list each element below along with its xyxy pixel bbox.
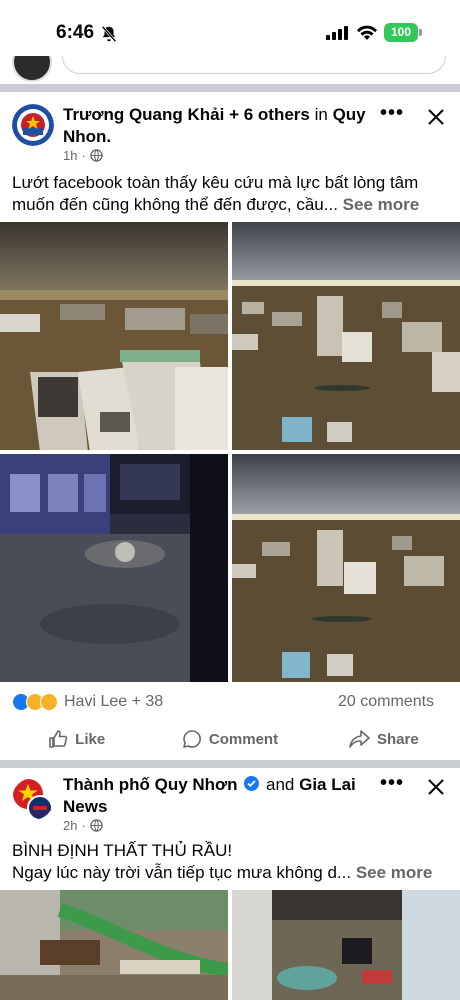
post-headline: BÌNH ĐỊNH THẤT THỦ RẦU! xyxy=(12,841,233,860)
comments-count[interactable]: 20 comments xyxy=(338,693,434,711)
reaction-icons xyxy=(12,693,58,711)
verified-icon xyxy=(244,776,260,791)
comment-icon xyxy=(183,730,201,748)
post-author[interactable]: Thành phố Quy Nhơn and Gia Lai News xyxy=(63,774,373,818)
wifi-icon xyxy=(357,25,377,40)
post-photo[interactable] xyxy=(0,222,228,450)
post-body: Ngay lúc này trời vẫn tiếp tục mưa không… xyxy=(12,863,352,882)
battery-icon: 100 xyxy=(384,23,418,42)
care-reaction-icon xyxy=(40,693,58,711)
post-photo[interactable] xyxy=(232,890,460,1000)
post-text: Lướt facebook toàn thấy kêu cứu mà lực b… xyxy=(12,172,452,216)
like-icon xyxy=(49,730,68,748)
feed-divider xyxy=(0,760,460,768)
author-connector: and xyxy=(265,775,295,794)
signal-icon xyxy=(326,26,348,40)
post-text: BÌNH ĐỊNH THẤT THỦ RẦU! Ngay lúc này trờ… xyxy=(12,840,452,884)
author-name[interactable]: Trương Quang Khải + 6 others xyxy=(63,105,310,124)
battery-tip xyxy=(419,29,422,36)
see-more-link[interactable]: See more xyxy=(343,195,420,214)
meta-separator: · xyxy=(81,148,86,163)
bell-slash-icon xyxy=(101,25,117,43)
share-icon xyxy=(349,730,370,748)
whats-on-your-mind-input[interactable] xyxy=(62,56,446,74)
post-card: Trương Quang Khải + 6 others in Quy Nhon… xyxy=(0,92,460,760)
post-photo[interactable] xyxy=(232,454,460,682)
meta-separator: · xyxy=(81,818,86,833)
author-connector: in xyxy=(314,105,328,124)
comment-button[interactable]: Comment xyxy=(153,724,306,754)
page-avatar[interactable] xyxy=(12,778,54,820)
comment-label: Comment xyxy=(208,730,279,748)
profile-avatar[interactable] xyxy=(12,56,52,82)
close-icon[interactable] xyxy=(425,106,447,128)
post-photo[interactable] xyxy=(0,454,228,682)
post-meta: 2h · xyxy=(63,818,103,833)
post-author[interactable]: Trương Quang Khải + 6 others in Quy Nhon… xyxy=(63,104,373,148)
share-label: Share xyxy=(376,730,419,748)
status-time: 6:46 xyxy=(56,22,95,43)
post-time[interactable]: 1h xyxy=(63,148,77,163)
more-dots-icon[interactable]: ••• xyxy=(380,102,404,125)
author-name[interactable]: Thành phố Quy Nhơn xyxy=(63,775,238,794)
like-label: Like xyxy=(75,730,106,748)
globe-icon xyxy=(90,819,103,832)
post-time[interactable]: 2h xyxy=(63,818,77,833)
post-meta: 1h · xyxy=(63,148,103,163)
reactors-label: Havi Lee + 38 xyxy=(64,693,164,710)
globe-icon xyxy=(90,149,103,162)
page-avatar[interactable] xyxy=(12,104,54,146)
composer-strip xyxy=(0,56,460,82)
feed-divider xyxy=(0,84,460,92)
close-icon[interactable] xyxy=(425,776,447,798)
more-dots-icon[interactable]: ••• xyxy=(380,772,404,795)
reactions-summary[interactable]: Havi Lee + 38 xyxy=(12,693,163,711)
post-photo[interactable] xyxy=(0,890,228,1000)
see-more-link[interactable]: See more xyxy=(356,863,433,882)
status-bar: 6:46 100 xyxy=(0,0,460,56)
post-photo[interactable] xyxy=(232,222,460,450)
post-actions: Like Comment Share xyxy=(0,724,460,754)
share-button[interactable]: Share xyxy=(307,724,460,754)
post-card: Thành phố Quy Nhơn and Gia Lai News 2h ·… xyxy=(0,768,460,1000)
like-button[interactable]: Like xyxy=(0,724,153,754)
